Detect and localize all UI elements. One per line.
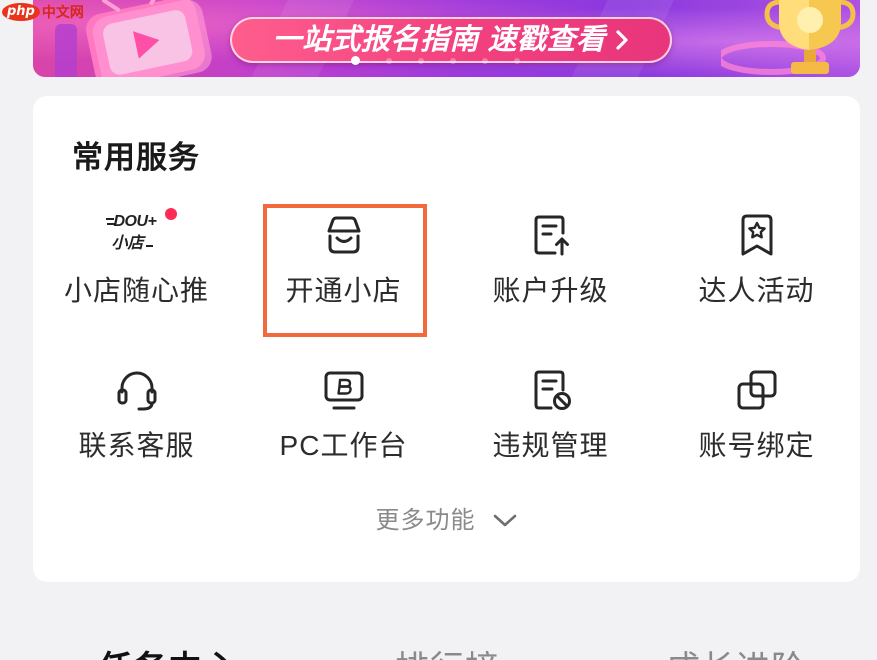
tab-growth[interactable]: 成长进阶 — [666, 649, 806, 660]
logo-text-shop: 小店 — [111, 235, 144, 252]
service-label: 账号绑定 — [698, 430, 815, 461]
common-services-card: 常用服务 DOU+ 小店 小店随心推 开通小店 账户升级 达人活动 联系客服 P… — [33, 96, 860, 582]
carousel-dot — [482, 57, 488, 64]
service-account-upgrade[interactable]: 账户升级 — [447, 204, 654, 329]
chevron-down-icon — [493, 514, 516, 527]
watermark-site-name: 中文网 — [41, 4, 84, 20]
carousel-dot — [418, 57, 424, 64]
carousel-dot — [514, 57, 520, 64]
service-label: 违规管理 — [492, 430, 609, 461]
service-creator-events[interactable]: 达人活动 — [653, 204, 860, 329]
service-label: 账户升级 — [492, 275, 609, 306]
promo-banner[interactable]: 一站式报名指南 速戳查看 — [33, 0, 860, 77]
section-title: 常用服务 — [72, 140, 200, 175]
dou-plus-shop-logo: DOU+ 小店 — [105, 212, 168, 258]
service-label: 开通小店 — [285, 275, 402, 306]
logo-dash — [145, 245, 153, 247]
store-icon — [320, 211, 368, 259]
service-label: 小店随心推 — [63, 275, 209, 306]
chevron-right-icon — [615, 30, 628, 50]
carousel-dot — [450, 57, 456, 64]
red-dot-badge — [165, 208, 177, 220]
logo-text-dou: DOU+ — [113, 213, 157, 230]
bottom-tab-bar: 任务中心 排行榜 成长进阶 — [0, 630, 877, 660]
watermark-brand-mark: php — [2, 3, 40, 21]
carousel-dot-active — [351, 56, 360, 65]
watermark-logo: php 中文网 — [2, 2, 84, 22]
service-violation-management[interactable]: 违规管理 — [447, 359, 654, 484]
pill-text: 一站式报名指南 速戳查看 — [272, 24, 606, 56]
service-label: 联系客服 — [78, 430, 195, 461]
tab-leaderboard[interactable]: 排行榜 — [395, 649, 500, 660]
service-shop-dou-plus[interactable]: DOU+ 小店 小店随心推 — [33, 204, 240, 329]
bookmark-star-icon — [733, 211, 781, 259]
trophy-icon — [721, 0, 856, 75]
service-label: 达人活动 — [698, 275, 815, 306]
service-account-binding[interactable]: 账号绑定 — [653, 359, 860, 484]
carousel-indicator — [351, 56, 520, 65]
more-features-label: 更多功能 — [375, 507, 476, 534]
headset-icon — [113, 366, 161, 414]
more-features-button[interactable]: 更多功能 — [33, 505, 860, 537]
service-label: PC工作台 — [279, 430, 408, 461]
service-contact-support[interactable]: 联系客服 — [33, 359, 240, 484]
monitor-icon — [320, 366, 368, 414]
document-ban-icon — [527, 366, 575, 414]
service-pc-workbench[interactable]: PC工作台 — [240, 359, 447, 484]
carousel-dot — [386, 57, 392, 64]
link-squares-icon — [733, 366, 781, 414]
service-open-shop[interactable]: 开通小店 — [240, 204, 447, 329]
document-upgrade-icon — [527, 211, 575, 259]
tab-task-center[interactable]: 任务中心 — [98, 649, 238, 660]
logo-speed-lines — [105, 218, 114, 220]
